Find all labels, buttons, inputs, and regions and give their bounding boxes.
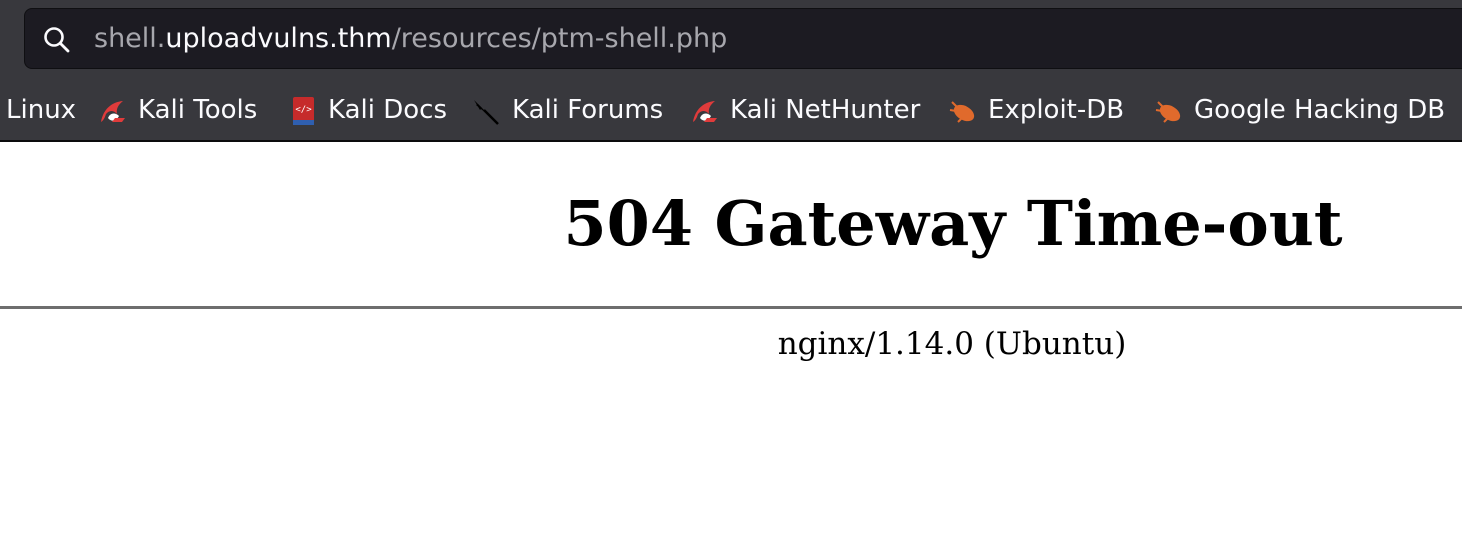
bookmarks-toolbar: Linux Kali Tools </> Kali Docs Kali Foru…	[0, 82, 1462, 138]
page-title: 504 Gateway Time-out	[563, 187, 1343, 260]
bookmark-label: Kali Tools	[138, 95, 258, 125]
bookmark-label: Google Hacking DB	[1194, 95, 1446, 125]
toolbar: shell.uploadvulns.thm/resources/ptm-shel…	[0, 0, 1462, 80]
browser-chrome: shell.uploadvulns.thm/resources/ptm-shel…	[0, 0, 1462, 142]
url-path: /resources/ptm-shell.php	[391, 23, 728, 54]
address-bar[interactable]: shell.uploadvulns.thm/resources/ptm-shel…	[24, 8, 1462, 69]
bookmark-label: Exploit-DB	[988, 95, 1125, 125]
url-host: uploadvulns.thm	[165, 23, 392, 54]
bookmark-label: Kali NetHunter	[730, 95, 921, 125]
url-prefix: shell.	[94, 23, 166, 54]
bookmark-label: Kali Forums	[512, 95, 664, 125]
exploit-db-icon	[949, 101, 975, 123]
kali-dragon-icon	[693, 101, 717, 122]
svg-text:</>: </>	[295, 105, 312, 115]
search-icon	[44, 27, 70, 53]
bookmark-label: Linux	[6, 95, 77, 125]
page-content: 504 Gateway Time-out nginx/1.14.0 (Ubunt…	[0, 142, 1462, 556]
url-text[interactable]: shell.uploadvulns.thm/resources/ptm-shel…	[94, 22, 727, 56]
kali-dragon-icon	[101, 101, 125, 122]
kali-forums-icon	[474, 100, 500, 125]
horizontal-rule	[0, 306, 1462, 309]
kali-docs-icon: </>	[293, 97, 314, 125]
server-signature: nginx/1.14.0 (Ubuntu)	[777, 326, 1127, 362]
bookmark-label: Kali Docs	[328, 95, 448, 125]
exploit-db-icon	[1155, 101, 1181, 123]
